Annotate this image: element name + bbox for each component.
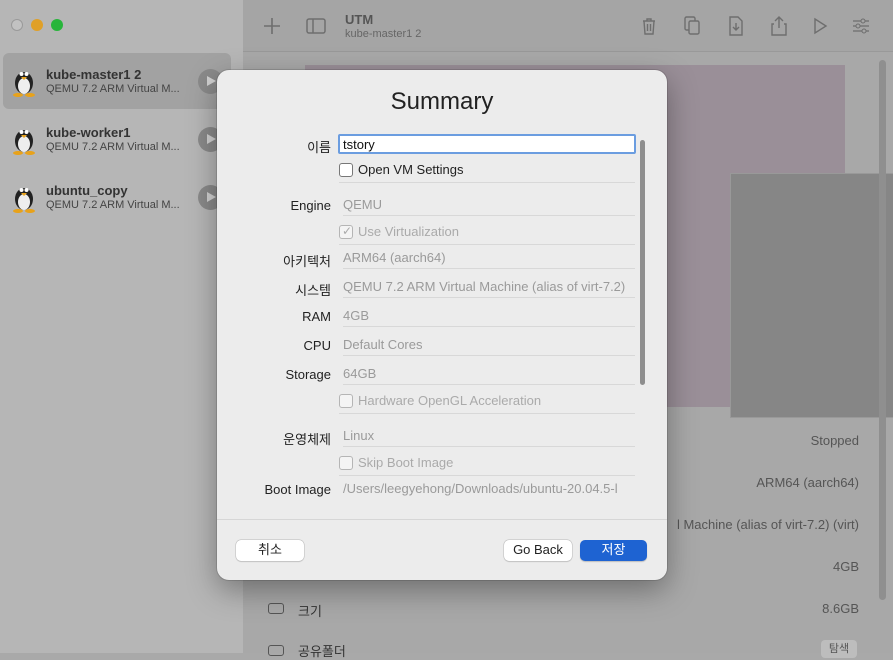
engine-label: Engine bbox=[290, 198, 331, 213]
selected-vm-subtitle: kube-master1 2 bbox=[345, 28, 422, 40]
play-icon[interactable] bbox=[809, 15, 831, 37]
use-virtualization-row: ✓ Use Virtualization bbox=[339, 221, 635, 245]
sidebar: kube-master1 2 QEMU 7.2 ARM Virtual M...… bbox=[0, 0, 243, 653]
cancel-button[interactable]: 취소 bbox=[236, 540, 304, 561]
architecture-value: ARM64 (aarch64) bbox=[343, 247, 635, 269]
opengl-checkbox bbox=[339, 394, 353, 408]
maximize-window-button[interactable] bbox=[51, 19, 63, 31]
main-scrollbar[interactable] bbox=[879, 60, 886, 600]
open-vm-settings-checkbox[interactable] bbox=[339, 163, 353, 177]
opengl-label: Hardware OpenGL Acceleration bbox=[358, 393, 542, 408]
vm-list-item[interactable]: ubuntu_copy QEMU 7.2 ARM Virtual M... bbox=[3, 169, 231, 225]
app-title: UTM bbox=[345, 12, 374, 27]
cpu-label: CPU bbox=[303, 338, 331, 353]
settings-sliders-icon[interactable] bbox=[850, 15, 872, 37]
vm-name-input[interactable] bbox=[338, 134, 636, 154]
system-label: 시스템 bbox=[295, 283, 331, 298]
folder-icon bbox=[268, 645, 284, 656]
storage-value: 64GB bbox=[343, 363, 635, 385]
vm-screen-thumbnail bbox=[730, 173, 893, 418]
dialog-divider bbox=[217, 519, 667, 520]
ram-label: RAM bbox=[302, 309, 331, 324]
architecture-label: 아키텍처 bbox=[283, 254, 331, 269]
vm-list-item[interactable]: kube-worker1 QEMU 7.2 ARM Virtual M... bbox=[3, 111, 231, 167]
vm-description: QEMU 7.2 ARM Virtual M... bbox=[46, 83, 180, 95]
vm-description: QEMU 7.2 ARM Virtual M... bbox=[46, 199, 180, 211]
download-icon[interactable] bbox=[725, 15, 747, 37]
vm-description: QEMU 7.2 ARM Virtual M... bbox=[46, 141, 180, 153]
linux-tux-icon bbox=[13, 130, 35, 155]
os-label: 운영체제 bbox=[283, 432, 331, 447]
drive-icon bbox=[268, 603, 284, 614]
linux-tux-icon bbox=[13, 188, 35, 213]
plus-icon[interactable] bbox=[261, 15, 283, 37]
share-icon[interactable] bbox=[768, 15, 790, 37]
vm-name: ubuntu_copy bbox=[46, 183, 128, 198]
name-label: 이름 bbox=[307, 140, 331, 155]
use-virtualization-checkbox: ✓ bbox=[339, 224, 353, 239]
skip-boot-checkbox bbox=[339, 456, 353, 470]
shared-folder-label: 공유폴더 bbox=[298, 644, 346, 659]
open-vm-settings-label: Open VM Settings bbox=[358, 162, 464, 177]
os-value: Linux bbox=[343, 425, 635, 447]
opengl-row: Hardware OpenGL Acceleration bbox=[339, 390, 635, 414]
skip-boot-row: Skip Boot Image bbox=[339, 452, 635, 476]
dialog-scrollbar[interactable] bbox=[640, 140, 645, 385]
browse-shared-folder-button[interactable]: 탐색 bbox=[821, 640, 857, 658]
summary-dialog: Summary 이름 Open VM Settings Engine QEMU … bbox=[217, 70, 667, 580]
trash-icon[interactable] bbox=[638, 15, 660, 37]
ram-value: 4GB bbox=[343, 305, 635, 327]
toolbar: UTM kube-master1 2 bbox=[243, 0, 893, 52]
engine-value: QEMU bbox=[343, 194, 635, 216]
vm-name: kube-worker1 bbox=[46, 125, 131, 140]
skip-boot-label: Skip Boot Image bbox=[358, 455, 454, 470]
save-button[interactable]: 저장 bbox=[580, 540, 647, 561]
open-vm-settings-row[interactable]: Open VM Settings bbox=[339, 159, 635, 183]
window-controls bbox=[11, 19, 63, 31]
dialog-title: Summary bbox=[390, 88, 494, 115]
vm-size-value: 8.6GB bbox=[822, 601, 859, 616]
vm-list-item[interactable]: kube-master1 2 QEMU 7.2 ARM Virtual M... bbox=[3, 53, 231, 109]
storage-label: Storage bbox=[285, 367, 331, 382]
vm-status-value: Stopped bbox=[810, 433, 859, 448]
vm-ram-value: 4GB bbox=[832, 559, 859, 574]
system-value: QEMU 7.2 ARM Virtual Machine (alias of v… bbox=[343, 276, 635, 298]
vm-machine-value: l Machine (alias of virt-7.2) (virt) bbox=[676, 517, 859, 532]
cpu-value: Default Cores bbox=[343, 334, 635, 356]
checkmark-icon: ✓ bbox=[342, 224, 353, 238]
sidebar-toggle-icon[interactable] bbox=[305, 15, 327, 37]
linux-tux-icon bbox=[13, 72, 35, 97]
vm-architecture-value: ARM64 (aarch64) bbox=[756, 475, 859, 490]
boot-image-label: Boot Image bbox=[264, 482, 332, 497]
use-virtualization-label: Use Virtualization bbox=[358, 224, 459, 239]
vm-size-label: 크기 bbox=[298, 604, 322, 619]
clone-icon[interactable] bbox=[681, 15, 703, 37]
close-window-button[interactable] bbox=[11, 19, 23, 31]
go-back-button[interactable]: Go Back bbox=[504, 540, 572, 561]
vm-name: kube-master1 2 bbox=[46, 67, 142, 82]
boot-image-value: /Users/leegyehong/Downloads/ubuntu-20.04… bbox=[343, 481, 618, 496]
minimize-window-button[interactable] bbox=[31, 19, 43, 31]
